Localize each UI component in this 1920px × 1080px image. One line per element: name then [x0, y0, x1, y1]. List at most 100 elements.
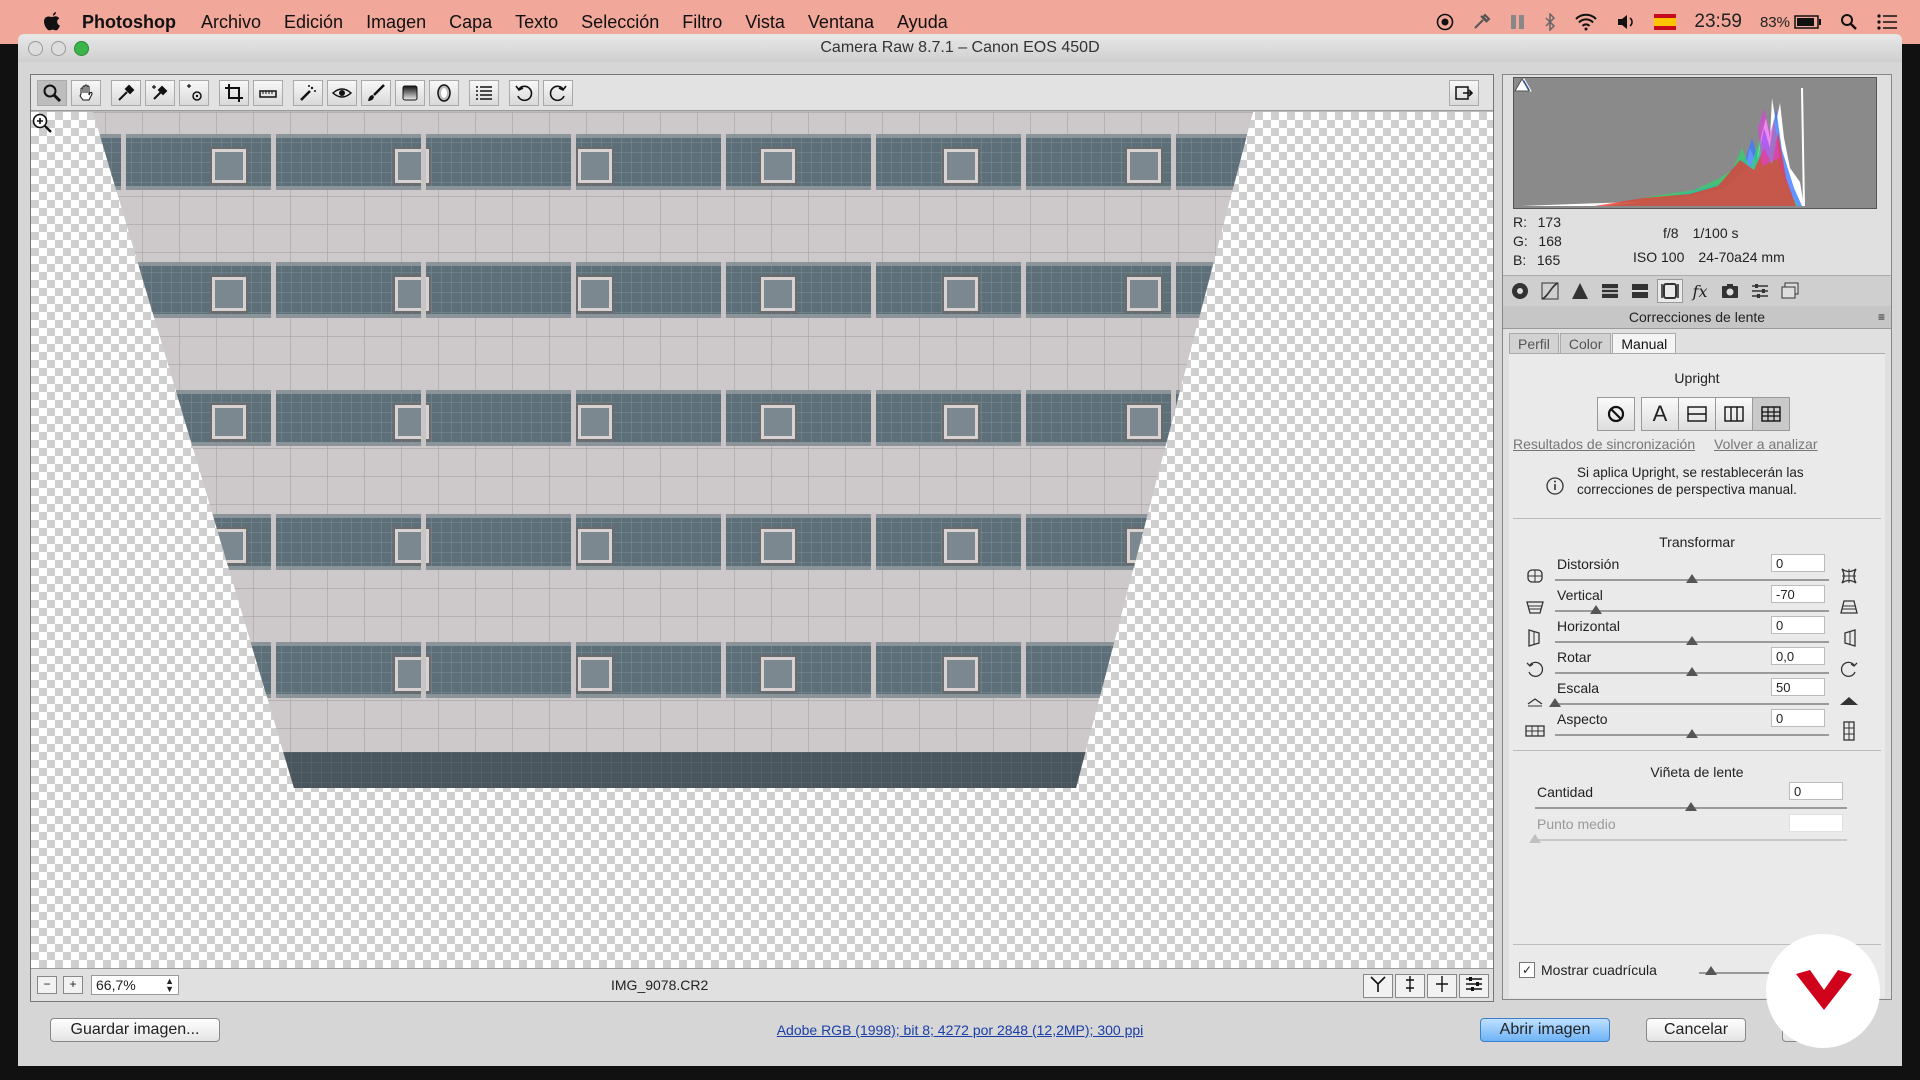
upright-auto-button[interactable]: A — [1641, 397, 1679, 431]
slider-thumb[interactable] — [1686, 667, 1698, 676]
tab-hsl[interactable] — [1597, 279, 1623, 303]
panel-menu-icon[interactable]: ≡ — [1878, 306, 1885, 328]
tools-icon[interactable] — [1472, 13, 1492, 31]
hand-tool-button[interactable] — [71, 79, 101, 106]
clock-text[interactable]: 23:59 — [1694, 11, 1742, 33]
spain-flag-icon[interactable] — [1654, 14, 1677, 30]
zoom-level-select[interactable]: 66,7% ▲ ▼ — [91, 975, 179, 995]
slider-thumb[interactable] — [1686, 636, 1698, 645]
zoom-window-button[interactable] — [74, 41, 89, 56]
slider-track[interactable] — [1555, 703, 1829, 705]
tab-lens-corrections[interactable] — [1657, 279, 1683, 303]
image-canvas[interactable] — [31, 112, 1493, 968]
slider-thumb[interactable] — [1685, 802, 1697, 811]
subtab-color[interactable]: Color — [1559, 333, 1612, 355]
slider-thumb[interactable] — [1686, 729, 1698, 738]
menu-edicion[interactable]: Edición — [284, 12, 343, 33]
workflow-options-link[interactable]: Adobe RGB (1998); bit 8; 4272 por 2848 (… — [18, 1022, 1902, 1038]
spot-removal-tool-button[interactable] — [293, 79, 323, 106]
menu-filtro[interactable]: Filtro — [682, 12, 722, 33]
cancel-button[interactable]: Cancelar — [1646, 1018, 1746, 1042]
reanalyze-link[interactable]: Volver a analizar — [1714, 436, 1818, 452]
slider-value-field[interactable]: 0 — [1789, 782, 1843, 800]
menu-imagen[interactable]: Imagen — [366, 12, 426, 33]
rotate-left-button[interactable] — [509, 79, 539, 106]
zoom-out-button[interactable]: − — [37, 976, 57, 994]
menu-ventana[interactable]: Ventana — [808, 12, 874, 33]
brush-icon — [368, 83, 385, 101]
menu-ayuda[interactable]: Ayuda — [897, 12, 948, 33]
open-image-button[interactable]: Abrir imagen — [1480, 1018, 1610, 1042]
lens-icon — [1661, 283, 1679, 299]
apple-icon[interactable] — [42, 11, 62, 33]
slider-value-field[interactable]: 0,0 — [1771, 647, 1825, 665]
radial-filter-button[interactable] — [429, 79, 459, 106]
battery-meter-icon[interactable] — [1510, 13, 1526, 31]
color-sampler-tool-button[interactable] — [145, 79, 175, 106]
tab-camera-calibration[interactable] — [1717, 279, 1743, 303]
slider-value-field[interactable]: -70 — [1771, 585, 1825, 603]
b-label: B: — [1513, 252, 1527, 268]
presets-icon — [1752, 284, 1768, 298]
zoom-in-button[interactable]: + — [63, 976, 83, 994]
menu-seleccion[interactable]: Selección — [581, 12, 659, 33]
tab-basic[interactable] — [1507, 279, 1533, 303]
upright-full-button[interactable] — [1752, 397, 1790, 431]
tab-tone-curve[interactable] — [1537, 279, 1563, 303]
adjustment-brush-button[interactable] — [361, 79, 391, 106]
manual-tab-body: Upright A Resultados de sincronización V… — [1509, 353, 1885, 998]
tab-split-toning[interactable] — [1627, 279, 1653, 303]
menu-texto[interactable]: Texto — [515, 12, 558, 33]
menu-app-photoshop[interactable]: Photoshop — [82, 12, 176, 33]
slider-thumb[interactable] — [1590, 605, 1603, 614]
toggle-settings-button[interactable] — [1459, 974, 1489, 998]
volume-icon[interactable] — [1616, 13, 1636, 31]
tab-effects[interactable]: fx — [1687, 279, 1713, 303]
tab-presets[interactable] — [1747, 279, 1773, 303]
slider-thumb[interactable] — [1686, 574, 1698, 583]
split-icon — [1436, 976, 1448, 992]
close-window-button[interactable] — [28, 41, 43, 56]
upright-level-button[interactable] — [1678, 397, 1716, 431]
minimize-window-button[interactable] — [51, 41, 66, 56]
zoom-tool-button[interactable] — [37, 79, 67, 106]
slider-thumb[interactable] — [1549, 698, 1561, 707]
battery-status[interactable]: 83% — [1760, 14, 1822, 31]
menu-vista[interactable]: Vista — [745, 12, 785, 33]
upright-vertical-button[interactable] — [1715, 397, 1753, 431]
red-eye-tool-button[interactable] — [327, 79, 357, 106]
show-grid-checkbox[interactable]: ✓ Mostrar cuadrícula — [1519, 962, 1657, 978]
straighten-tool-button[interactable] — [253, 79, 283, 106]
subtab-perfil[interactable]: Perfil — [1509, 333, 1559, 355]
slider-value-field[interactable]: 0 — [1771, 554, 1825, 572]
spotlight-search-icon[interactable] — [1840, 13, 1858, 31]
crop-tool-button[interactable] — [219, 79, 249, 106]
before-after-view-button[interactable] — [1363, 974, 1393, 998]
grid-size-slider-thumb[interactable] — [1705, 966, 1717, 975]
swap-before-after-button[interactable] — [1395, 974, 1425, 998]
preferences-button[interactable] — [469, 79, 499, 106]
graduated-filter-button[interactable] — [395, 79, 425, 106]
show-grid-label: Mostrar cuadrícula — [1541, 962, 1657, 978]
fullscreen-toggle-button[interactable] — [1449, 80, 1479, 106]
menu-archivo[interactable]: Archivo — [201, 12, 261, 33]
slider-value-field[interactable]: 0 — [1771, 616, 1825, 634]
notification-center-icon[interactable] — [1876, 13, 1898, 31]
white-balance-tool-button[interactable] — [111, 79, 141, 106]
menu-capa[interactable]: Capa — [449, 12, 492, 33]
subtab-manual[interactable]: Manual — [1612, 333, 1677, 355]
upright-off-button[interactable] — [1597, 397, 1635, 431]
snapshots-icon — [1781, 282, 1799, 299]
tab-detail[interactable] — [1567, 279, 1593, 303]
highlight-clipping-warning-icon[interactable] — [1514, 78, 1530, 92]
slider-value-field[interactable]: 50 — [1771, 678, 1825, 696]
sync-results-link[interactable]: Resultados de sincronización — [1513, 436, 1695, 452]
record-icon[interactable] — [1436, 13, 1454, 31]
wifi-icon[interactable] — [1574, 13, 1598, 31]
targeted-adjustment-tool-button[interactable] — [179, 79, 209, 106]
slider-value-field[interactable]: 0 — [1771, 709, 1825, 727]
copy-settings-button[interactable] — [1427, 974, 1457, 998]
rotate-right-button[interactable] — [543, 79, 573, 106]
tab-snapshots[interactable] — [1777, 279, 1803, 303]
bluetooth-icon[interactable] — [1544, 13, 1556, 31]
